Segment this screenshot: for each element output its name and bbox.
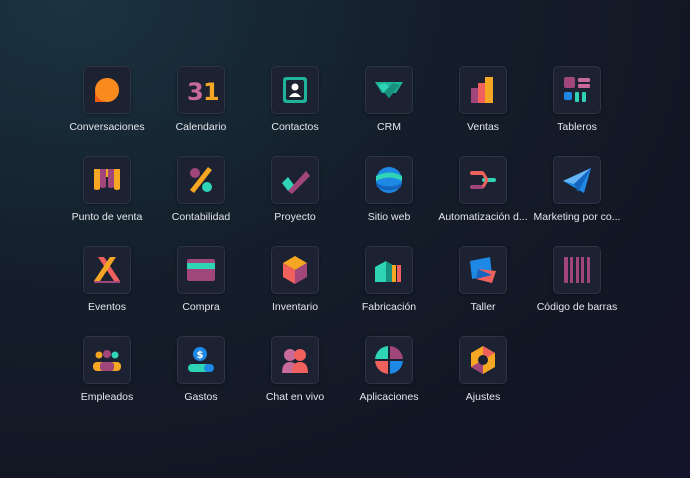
app-tile[interactable] (271, 336, 319, 384)
app-tile[interactable] (83, 156, 131, 204)
handshake-icon (375, 82, 403, 98)
app-tile[interactable] (459, 246, 507, 294)
app-label: Proyecto (274, 211, 316, 223)
app-tile[interactable] (177, 246, 225, 294)
app-tile[interactable] (83, 66, 131, 114)
svg-text:3: 3 (187, 78, 204, 106)
app-ventas[interactable]: Ventas (436, 66, 530, 150)
app-ajustes[interactable]: Ajustes (436, 336, 530, 420)
app-tile[interactable] (553, 66, 601, 114)
percent-icon (190, 167, 212, 193)
app-tile[interactable]: 3 1 (177, 66, 225, 114)
ribbon-icon (94, 257, 120, 283)
automation-icon (470, 171, 496, 189)
app-tile[interactable] (83, 336, 131, 384)
app-tile[interactable] (271, 246, 319, 294)
app-tile[interactable] (553, 156, 601, 204)
app-label: Calendario (175, 121, 227, 133)
credit-card-icon (187, 259, 215, 281)
app-label: Conversaciones (69, 121, 145, 133)
bar-chart-icon (471, 77, 493, 103)
app-tile[interactable] (365, 66, 413, 114)
app-label: Punto de venta (71, 211, 143, 223)
app-compra[interactable]: Compra (154, 246, 248, 330)
factory-icon (375, 261, 401, 282)
app-marketing[interactable]: Marketing por co... (530, 156, 624, 240)
app-tile[interactable] (271, 156, 319, 204)
app-label: Código de barras (536, 301, 618, 313)
app-gastos[interactable]: $ Gastos (154, 336, 248, 420)
app-label: Marketing por co... (533, 211, 621, 223)
app-label: Fabricación (361, 301, 417, 313)
app-tile[interactable]: $ (177, 336, 225, 384)
app-tile[interactable] (553, 246, 601, 294)
app-label: Automatización d... (438, 211, 528, 223)
globe-icon (376, 167, 402, 193)
app-tableros[interactable]: Tableros (530, 66, 624, 150)
app-sitio-web[interactable]: Sitio web (342, 156, 436, 240)
app-label: Aplicaciones (359, 391, 419, 403)
app-label: Tableros (557, 121, 597, 133)
app-crm[interactable]: CRM (342, 66, 436, 150)
app-fabricacion[interactable]: Fabricación (342, 246, 436, 330)
dashboard-icon (564, 77, 590, 102)
app-label: Eventos (88, 301, 126, 313)
app-contabilidad[interactable]: Contabilidad (154, 156, 248, 240)
app-conversaciones[interactable]: Conversaciones (60, 66, 154, 150)
app-label: Contabilidad (171, 211, 231, 223)
app-tile[interactable] (365, 156, 413, 204)
app-tile[interactable] (177, 156, 225, 204)
app-automatizacion[interactable]: Automatización d... (436, 156, 530, 240)
app-codigo-de-barras[interactable]: Código de barras (530, 246, 624, 330)
contact-card-icon (283, 77, 307, 103)
app-tile[interactable] (271, 66, 319, 114)
app-label: Ventas (466, 121, 500, 133)
app-label: Compra (182, 301, 220, 313)
app-label: Gastos (184, 391, 218, 403)
chat-bubble-icon (95, 78, 119, 102)
app-tile[interactable] (459, 156, 507, 204)
paper-plane-icon (563, 168, 591, 193)
app-label: Sitio web (367, 211, 411, 223)
app-label: Empleados (80, 391, 134, 403)
svg-text:$: $ (197, 350, 204, 361)
app-taller[interactable]: Taller (436, 246, 530, 330)
money-person-icon: $ (188, 347, 214, 372)
app-inventario[interactable]: Inventario (248, 246, 342, 330)
tag-icon (470, 257, 496, 283)
calendar-icon: 3 1 (187, 78, 218, 106)
app-label: CRM (377, 121, 401, 133)
app-label: Taller (470, 301, 496, 313)
app-tile[interactable] (365, 246, 413, 294)
app-contactos[interactable]: Contactos (248, 66, 342, 150)
app-label: Inventario (271, 301, 319, 313)
app-punto-de-venta[interactable]: Punto de venta (60, 156, 154, 240)
app-aplicaciones[interactable]: Aplicaciones (342, 336, 436, 420)
app-label: Chat en vivo (265, 391, 325, 403)
app-calendario[interactable]: 3 1 Calendario (154, 66, 248, 150)
checkmark-icon (282, 171, 310, 194)
app-label: Contactos (271, 121, 319, 133)
shop-awning-icon (94, 169, 120, 190)
app-grid: Conversaciones 3 1 Calendario Contactos (0, 0, 690, 478)
apps-circle-icon (375, 346, 403, 374)
barcode-icon (564, 257, 590, 283)
live-chat-icon (282, 349, 308, 373)
app-label: Ajustes (465, 391, 501, 403)
settings-icon (471, 346, 495, 374)
people-icon (93, 350, 121, 371)
app-tile[interactable] (365, 336, 413, 384)
app-chat-en-vivo[interactable]: Chat en vivo (248, 336, 342, 420)
svg-text:1: 1 (203, 78, 218, 106)
app-tile[interactable] (459, 336, 507, 384)
app-tile[interactable] (459, 66, 507, 114)
app-proyecto[interactable]: Proyecto (248, 156, 342, 240)
app-eventos[interactable]: Eventos (60, 246, 154, 330)
app-tile[interactable] (83, 246, 131, 294)
box-icon (283, 256, 307, 284)
app-empleados[interactable]: Empleados (60, 336, 154, 420)
